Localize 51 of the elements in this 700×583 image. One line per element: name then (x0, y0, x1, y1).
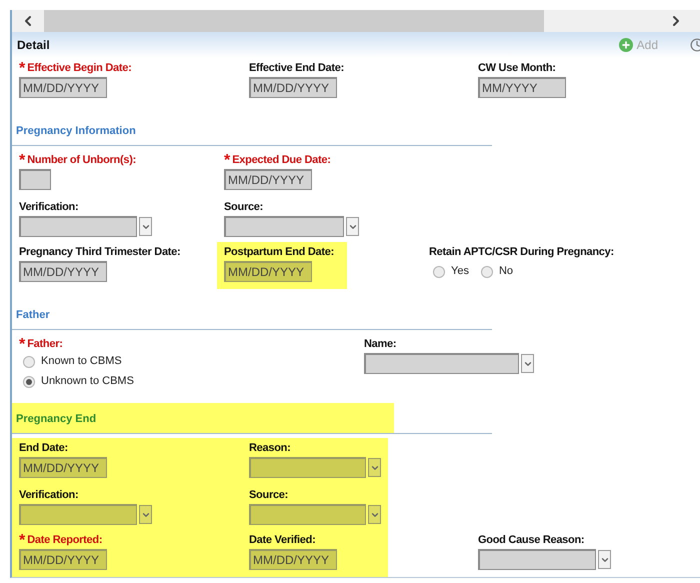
required-icon: * (224, 155, 230, 167)
field-label: Effective End Date: (249, 62, 344, 75)
date-field[interactable]: MM/DD/YYYY (19, 549, 107, 570)
radio-label: No (498, 265, 514, 278)
section-title: Pregnancy Information (16, 125, 136, 137)
date-field[interactable]: MM/DD/YYYY (19, 77, 107, 98)
date-field[interactable]: MM/DD/YYYY (249, 77, 337, 98)
field-label: Source: (224, 201, 264, 214)
section-title: Father (16, 309, 50, 321)
radio-button[interactable] (480, 266, 493, 278)
field-label: End Date: (19, 442, 68, 455)
date-field[interactable]: MM/DD/YYYY (224, 169, 312, 190)
plus-icon (618, 38, 633, 52)
required-icon: * (19, 155, 26, 167)
field-label: Father: (27, 338, 63, 351)
clock-icon (690, 38, 700, 52)
field-label: Reason: (249, 442, 290, 455)
field-label: Verification: (19, 201, 78, 214)
radio-button[interactable] (23, 356, 35, 368)
field-label: Date Reported: (27, 534, 102, 547)
field-label: Retain APTC/CSR During Pregnancy: (429, 246, 614, 259)
field-label: Number of Unborn(s): (27, 154, 136, 167)
required-icon: * (19, 339, 26, 351)
section-title: Pregnancy End (16, 413, 96, 425)
required-icon: * (19, 535, 26, 547)
field-label: Good Cause Reason: (478, 534, 584, 547)
radio-label: Yes (451, 265, 469, 278)
radio-label: Unknown to CBMS (41, 375, 134, 388)
field-label: Date Verified: (249, 534, 316, 547)
field-label: Source: (249, 489, 288, 502)
field-label: CW Use Month: (478, 62, 556, 75)
scrollbar[interactable] (12, 10, 700, 32)
date-field[interactable]: MM/DD/YYYY (19, 457, 107, 478)
date-field[interactable]: MM/YYYY (478, 77, 566, 98)
radio-button[interactable] (23, 376, 35, 388)
field-label: Name: (364, 338, 396, 351)
field-label: Verification: (19, 489, 78, 502)
field-label: Effective Begin Date: (27, 62, 132, 75)
text-field[interactable] (19, 169, 51, 190)
panel-title: Detail (17, 37, 50, 54)
dropdown[interactable] (249, 457, 381, 478)
field-label: Pregnancy Third Trimester Date: (19, 246, 180, 259)
field-label: Postpartum End Date: (224, 246, 334, 259)
radio-button[interactable] (433, 266, 445, 278)
radio-label: Known to CBMS (41, 355, 122, 368)
date-field[interactable]: MM/DD/YYYY (249, 549, 337, 570)
required-icon: * (19, 63, 26, 75)
date-field[interactable]: MM/DD/YYYY (19, 261, 107, 282)
field-label: Expected Due Date: (232, 154, 331, 167)
date-field[interactable]: MM/DD/YYYY (224, 261, 312, 282)
dropdown[interactable] (249, 504, 381, 525)
